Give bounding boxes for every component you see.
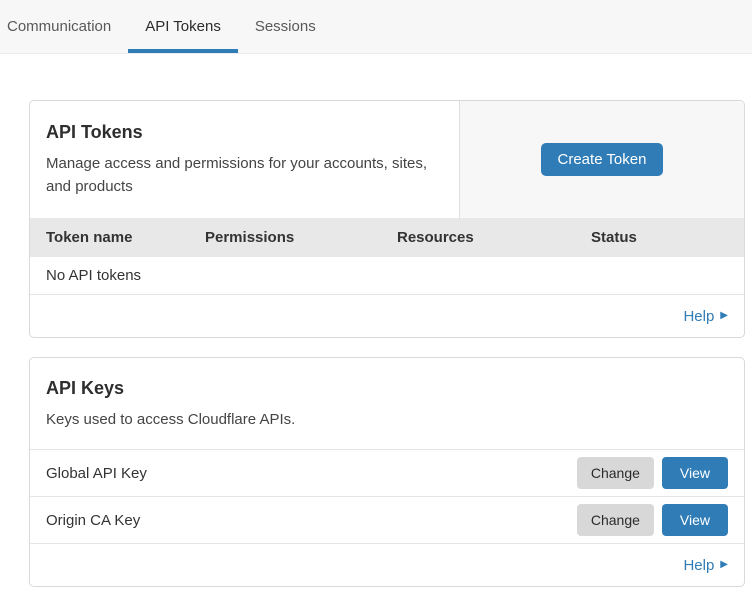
api-tokens-title: API Tokens xyxy=(46,122,443,143)
api-tokens-card: API Tokens Manage access and permissions… xyxy=(29,100,745,338)
origin-ca-key-row: Origin CA Key Change View xyxy=(30,497,744,544)
global-api-key-change-button[interactable]: Change xyxy=(577,457,654,489)
tab-communication[interactable]: Communication xyxy=(0,0,128,53)
api-tokens-card-header-action: Create Token xyxy=(459,101,744,218)
global-api-key-label: Global API Key xyxy=(46,465,577,482)
column-header-permissions: Permissions xyxy=(205,229,397,246)
column-header-status: Status xyxy=(591,229,728,246)
api-tokens-card-footer: Help ▶ xyxy=(30,295,744,337)
global-api-key-view-button[interactable]: View xyxy=(662,457,728,489)
api-keys-description: Keys used to access Cloudflare APIs. xyxy=(46,408,728,431)
api-tokens-card-header: API Tokens Manage access and permissions… xyxy=(30,101,744,218)
api-tokens-card-header-text: API Tokens Manage access and permissions… xyxy=(30,101,459,218)
api-keys-card-footer: Help ▶ xyxy=(30,544,744,586)
origin-ca-key-view-button[interactable]: View xyxy=(662,504,728,536)
main-content: API Tokens Manage access and permissions… xyxy=(29,100,745,587)
tokens-table-empty-row: No API tokens xyxy=(30,257,744,295)
api-tokens-description: Manage access and permissions for your a… xyxy=(46,152,443,199)
api-tokens-help-link[interactable]: Help ▶ xyxy=(683,308,728,325)
create-token-button[interactable]: Create Token xyxy=(541,143,664,176)
help-link-label: Help xyxy=(683,308,714,325)
origin-ca-key-label: Origin CA Key xyxy=(46,512,577,529)
empty-tokens-message: No API tokens xyxy=(46,267,141,284)
global-api-key-row: Global API Key Change View xyxy=(30,450,744,497)
tokens-table-header: Token name Permissions Resources Status xyxy=(30,218,744,257)
api-keys-card-header: API Keys Keys used to access Cloudflare … xyxy=(30,358,744,450)
api-keys-card: API Keys Keys used to access Cloudflare … xyxy=(29,357,745,587)
tab-api-tokens[interactable]: API Tokens xyxy=(128,0,238,53)
tab-bar: Communication API Tokens Sessions xyxy=(0,0,752,54)
origin-ca-key-change-button[interactable]: Change xyxy=(577,504,654,536)
column-header-token-name: Token name xyxy=(46,229,205,246)
tab-sessions[interactable]: Sessions xyxy=(238,0,333,53)
caret-right-icon: ▶ xyxy=(720,311,728,321)
api-keys-title: API Keys xyxy=(46,378,728,399)
api-keys-help-link[interactable]: Help ▶ xyxy=(683,557,728,574)
caret-right-icon: ▶ xyxy=(720,560,728,570)
column-header-resources: Resources xyxy=(397,229,591,246)
help-link-label: Help xyxy=(683,557,714,574)
